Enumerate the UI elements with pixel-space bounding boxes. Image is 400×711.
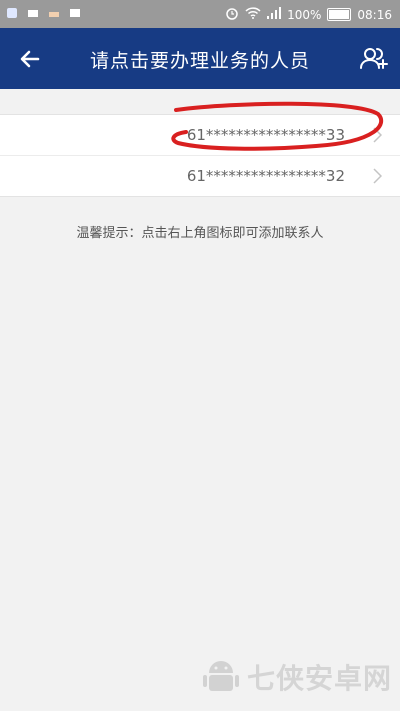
page-title: 请点击要办理业务的人员	[89, 50, 310, 72]
contact-row[interactable]: 61****************33	[0, 115, 400, 156]
app-header: 请点击要办理业务的人员	[0, 28, 400, 89]
battery-percent: 100%	[287, 7, 322, 22]
add-contact-button[interactable]	[356, 42, 390, 76]
status-bar: 100% 08:16	[0, 0, 400, 28]
notification-icon-3	[48, 7, 60, 19]
alarm-icon	[225, 6, 239, 23]
wifi-icon	[245, 7, 261, 22]
notification-icon-4	[69, 7, 81, 19]
back-arrow-icon	[20, 50, 40, 68]
notification-icons	[6, 7, 81, 19]
contact-number: 61****************33	[186, 126, 345, 144]
android-logo-icon	[202, 661, 239, 691]
clock: 08:16	[357, 7, 392, 22]
notification-icon-2	[27, 7, 39, 19]
contact-row[interactable]: 61****************32	[0, 156, 400, 196]
hint-text: 温馨提示：点击右上角图标即可添加联系人	[76, 226, 324, 241]
status-right: 100% 08:16	[225, 6, 392, 23]
contact-number: 61****************32	[186, 167, 345, 185]
add-contact-icon	[360, 48, 388, 69]
contact-list: 61****************33 61****************3…	[0, 114, 400, 197]
watermark-text: 七侠安卓网	[246, 662, 392, 695]
battery-icon	[327, 8, 352, 21]
chevron-right-icon	[373, 168, 382, 184]
chevron-right-icon	[373, 127, 382, 143]
watermark: 七侠安卓网	[201, 655, 392, 699]
notification-icon-1	[6, 7, 18, 19]
back-button[interactable]	[14, 43, 46, 75]
signal-icon	[267, 7, 282, 22]
